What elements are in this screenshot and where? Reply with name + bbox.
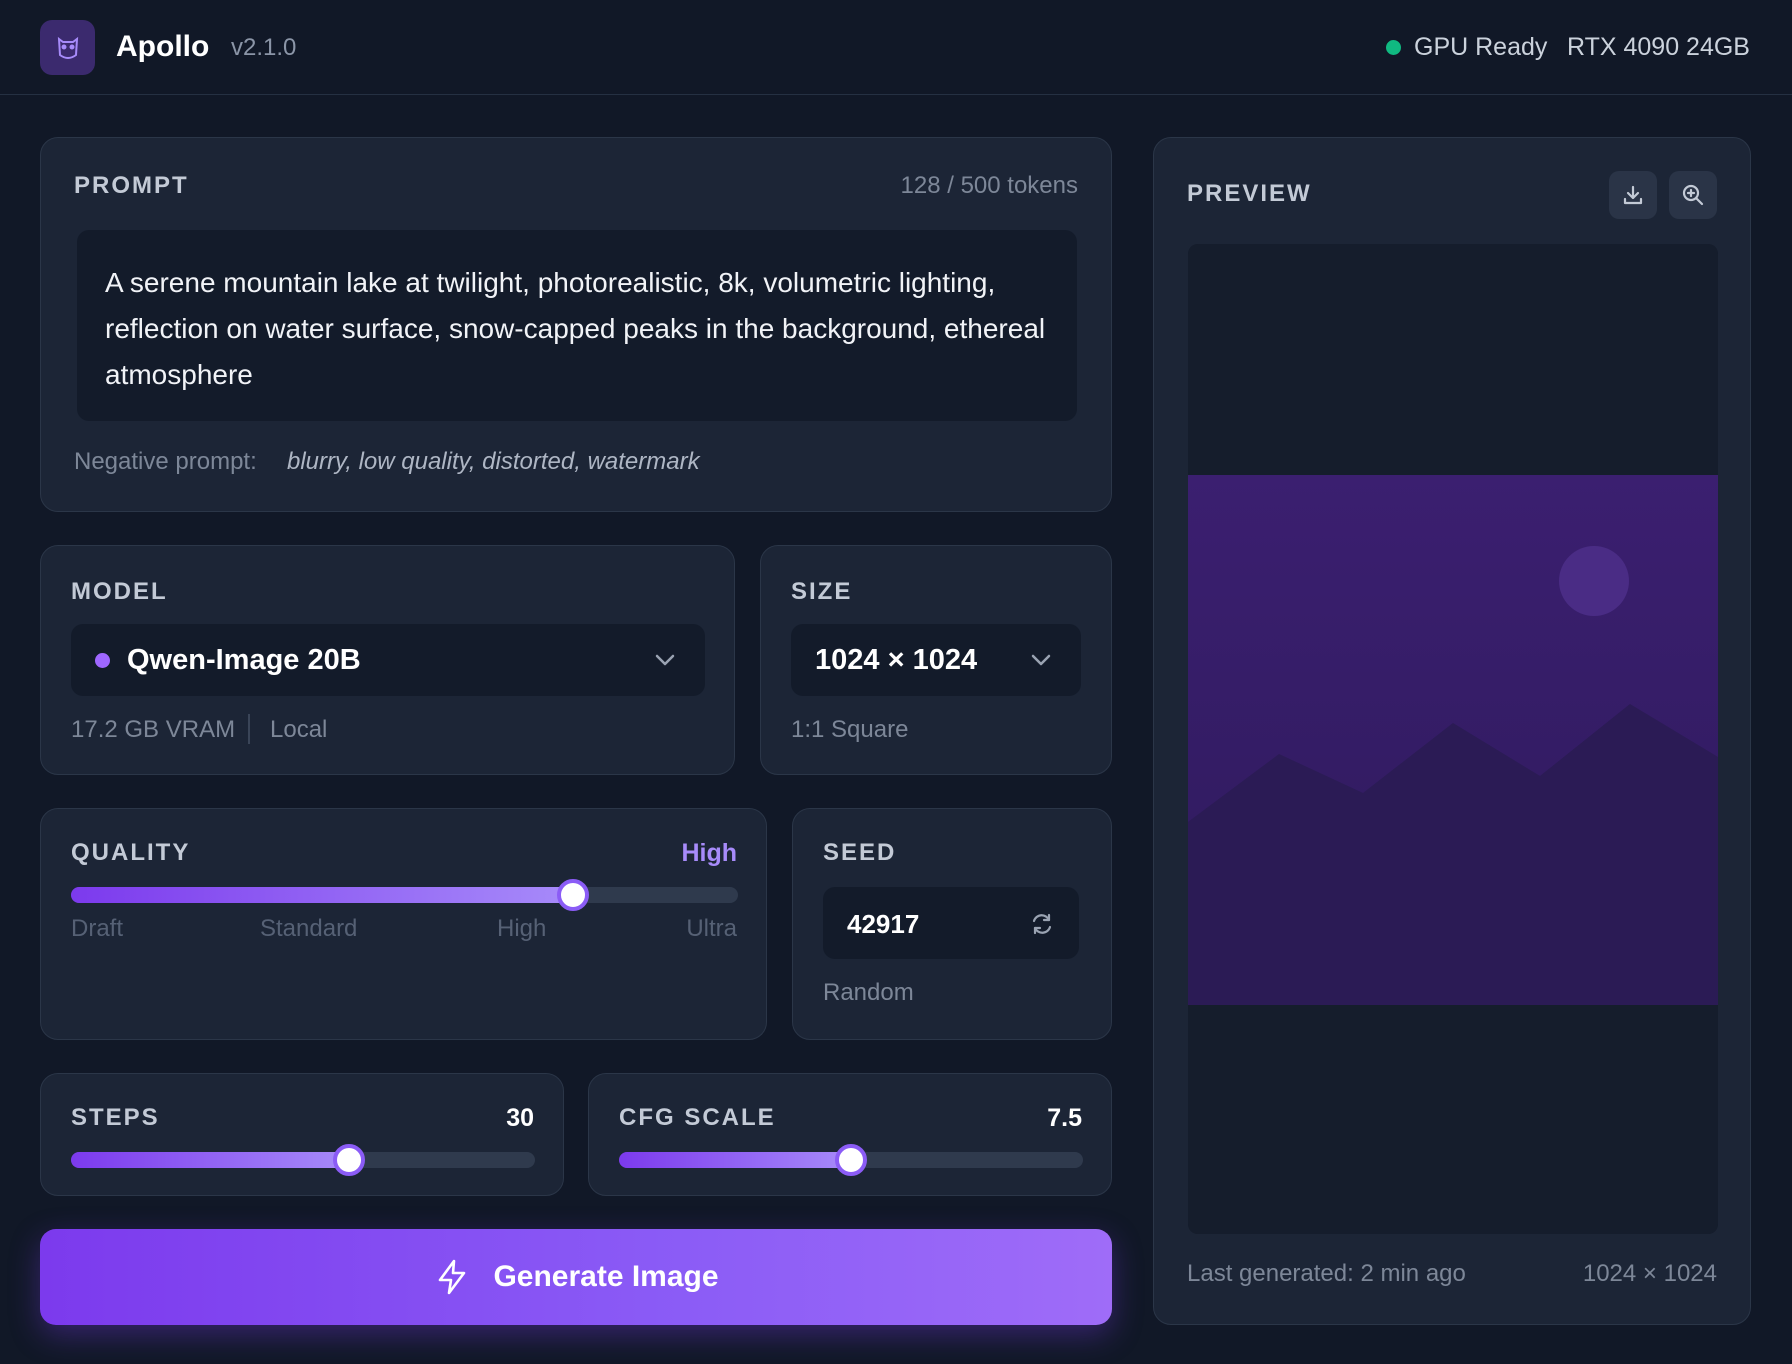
negative-prompt-input[interactable]: blurry, low quality, distorted, watermar…: [287, 448, 700, 476]
steps-slider[interactable]: [71, 1144, 535, 1176]
generate-button-label: Generate Image: [493, 1260, 719, 1293]
model-vram: 17.2 GB VRAM: [71, 716, 236, 743]
app-header: Apollo v2.1.0 GPU Ready RTX 4090 24GB: [0, 0, 1792, 95]
quality-tick-high: High: [497, 915, 547, 942]
preview-dimensions: 1024 × 1024: [1582, 1260, 1717, 1287]
prompt-token-count: 128 / 500 tokens: [900, 172, 1078, 199]
seed-input[interactable]: 42917: [823, 887, 1079, 959]
preview-moon: [1559, 546, 1629, 616]
cfg-slider[interactable]: [619, 1144, 1083, 1176]
prompt-label: PROMPT: [74, 172, 189, 199]
quality-tick-ultra: Ultra: [686, 915, 737, 942]
chevron-down-icon: [655, 654, 675, 666]
size-selected-value: 1024 × 1024: [815, 644, 978, 676]
model-select[interactable]: Qwen-Image 20B: [71, 624, 705, 696]
steps-slider-fill: [71, 1152, 350, 1168]
size-select[interactable]: 1024 × 1024: [791, 624, 1081, 696]
cfg-slider-fill: [619, 1152, 851, 1168]
preview-image: [1188, 244, 1718, 1234]
model-card: MODEL Qwen-Image 20B 17.2 GB VRAM Local: [40, 545, 735, 775]
negative-prompt-label: Negative prompt:: [74, 448, 257, 475]
zoom-in-icon: [1682, 184, 1704, 206]
cfg-label: CFG SCALE: [619, 1104, 776, 1131]
quality-tick-standard: Standard: [260, 915, 358, 942]
seed-mode: Random: [823, 979, 914, 1006]
preview-label: PREVIEW: [1187, 180, 1312, 207]
chevron-down-icon: [1031, 654, 1051, 666]
quality-slider[interactable]: [71, 879, 738, 911]
model-location: Local: [270, 716, 328, 743]
zoom-button[interactable]: [1669, 171, 1717, 219]
gpu-status-dot: [1386, 40, 1401, 55]
refresh-icon[interactable]: [1029, 911, 1055, 937]
cfg-card: CFG SCALE 7.5: [588, 1073, 1112, 1196]
steps-card: STEPS 30: [40, 1073, 564, 1196]
app-name: Apollo: [116, 30, 210, 63]
download-icon: [1623, 185, 1643, 205]
model-status-dot: [95, 653, 110, 668]
download-button[interactable]: [1609, 171, 1657, 219]
gpu-model: RTX 4090 24GB: [1567, 33, 1750, 61]
quality-slider-fill: [71, 887, 573, 903]
lightning-icon: [439, 1259, 466, 1295]
quality-slider-thumb[interactable]: [556, 879, 589, 911]
gpu-status: GPU Ready: [1414, 33, 1548, 61]
quality-label: QUALITY: [71, 839, 191, 866]
quality-value: High: [681, 839, 737, 867]
seed-label: SEED: [823, 839, 897, 866]
steps-slider-thumb[interactable]: [333, 1144, 366, 1176]
seed-card: SEED 42917 Random: [792, 808, 1112, 1040]
prompt-input[interactable]: A serene mountain lake at twilight, phot…: [77, 230, 1077, 421]
size-label: SIZE: [791, 578, 853, 605]
meta-divider: [248, 714, 250, 744]
preview-image-art: [1188, 244, 1718, 1234]
size-card: SIZE 1024 × 1024 1:1 Square: [760, 545, 1112, 775]
size-aspect: 1:1 Square: [791, 716, 909, 743]
steps-value: 30: [506, 1104, 534, 1132]
preview-card: PREVIEW Last generated: 2 min ago 1024 ×…: [1153, 137, 1751, 1325]
last-generated: Last generated: 2 min ago: [1187, 1260, 1466, 1287]
quality-tick-draft: Draft: [71, 915, 124, 942]
cfg-value: 7.5: [1047, 1104, 1082, 1132]
prompt-card: PROMPT 128 / 500 tokens A serene mountai…: [40, 137, 1112, 512]
cfg-slider-thumb[interactable]: [835, 1144, 867, 1176]
app-version: v2.1.0: [231, 34, 297, 61]
model-label: MODEL: [71, 578, 168, 605]
owl-icon: [40, 20, 95, 75]
model-selected-value: Qwen-Image 20B: [127, 644, 361, 676]
generate-button[interactable]: Generate Image: [40, 1229, 1112, 1325]
seed-value: 42917: [847, 909, 920, 939]
steps-label: STEPS: [71, 1104, 160, 1131]
quality-card: QUALITY High Draft Standard High Ultra: [40, 808, 767, 1040]
